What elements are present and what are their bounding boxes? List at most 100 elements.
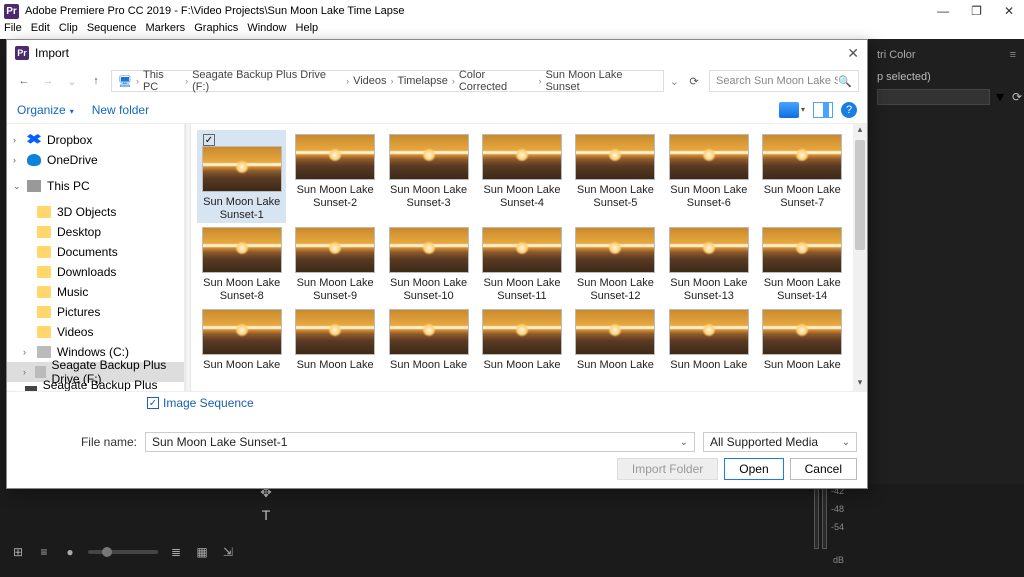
- sidebar-item[interactable]: Documents: [7, 242, 184, 262]
- scroll-up-icon[interactable]: ▴: [853, 124, 867, 138]
- sidebar-item[interactable]: Pictures: [7, 302, 184, 322]
- list-view-icon[interactable]: ⊞: [10, 545, 26, 559]
- chevron-down-icon[interactable]: ⌄: [842, 437, 850, 448]
- scroll-down-icon[interactable]: ▾: [853, 377, 867, 391]
- sidebar-item[interactable]: ⌄This PC: [7, 176, 184, 196]
- sidebar-item[interactable]: Music: [7, 282, 184, 302]
- panel-undo-icon[interactable]: ⟳: [1010, 90, 1024, 104]
- file-tile[interactable]: Sun Moon Lake Sunset-14: [758, 223, 847, 304]
- sidebar-item[interactable]: ›Seagate Backup Plus Drive (F:): [7, 382, 184, 391]
- search-input[interactable]: Search Sun Moon Lake Sunset 🔍: [709, 70, 859, 92]
- sidebar-item[interactable]: 3D Objects: [7, 202, 184, 222]
- file-tile[interactable]: Sun Moon Lake Sunset-5: [571, 130, 660, 223]
- menu-clip[interactable]: Clip: [59, 22, 78, 34]
- change-view-button[interactable]: [779, 102, 799, 118]
- file-tile[interactable]: Sun Moon Lake Sunset-8: [197, 223, 286, 304]
- organize-button[interactable]: Organize▾: [17, 103, 74, 117]
- menu-edit[interactable]: Edit: [31, 22, 50, 34]
- help-button[interactable]: ?: [841, 102, 857, 118]
- image-sequence-checkbox[interactable]: ✓ Image Sequence: [147, 396, 857, 410]
- icon-view-icon[interactable]: ≡: [36, 545, 52, 559]
- file-tile[interactable]: Sun Moon Lake Sunset-6: [664, 130, 753, 223]
- chevron-down-icon[interactable]: ▾: [801, 105, 805, 114]
- crumb[interactable]: Color Corrected: [459, 69, 535, 93]
- app-menubar[interactable]: File Edit Clip Sequence Markers Graphics…: [0, 22, 1024, 39]
- refresh-button[interactable]: ⟳: [685, 75, 703, 88]
- new-folder-button[interactable]: New folder: [92, 103, 149, 117]
- panel-dropdown[interactable]: [877, 89, 990, 105]
- checkbox-icon[interactable]: ✓: [203, 134, 215, 146]
- file-tile[interactable]: Sun Moon Lake: [758, 305, 847, 374]
- sidebar-item[interactable]: ›OneDrive: [7, 150, 184, 170]
- panel-tab[interactable]: tri Color ≡: [869, 39, 1024, 67]
- expand-icon[interactable]: ›: [13, 155, 21, 165]
- maximize-button[interactable]: ❐: [971, 4, 982, 18]
- crumb[interactable]: Seagate Backup Plus Drive (F:): [192, 69, 342, 93]
- expand-icon[interactable]: ›: [13, 135, 21, 145]
- file-type-dropdown[interactable]: All Supported Media ⌄: [703, 432, 857, 452]
- sidebar-item[interactable]: Downloads: [7, 262, 184, 282]
- expand-icon[interactable]: ⌄: [13, 181, 21, 192]
- file-tile[interactable]: ✓Sun Moon Lake Sunset-1: [197, 130, 286, 223]
- file-tile[interactable]: Sun Moon Lake Sunset-12: [571, 223, 660, 304]
- dialog-close-button[interactable]: ✕: [847, 45, 859, 62]
- file-tile[interactable]: Sun Moon Lake: [477, 305, 566, 374]
- file-name-input[interactable]: Sun Moon Lake Sunset-1 ⌄: [145, 432, 695, 452]
- nav-forward-button[interactable]: →: [39, 75, 57, 87]
- find-icon[interactable]: ⇲: [220, 545, 236, 559]
- file-tile[interactable]: Sun Moon Lake Sunset-11: [477, 223, 566, 304]
- file-tile[interactable]: Sun Moon Lake Sunset-7: [758, 130, 847, 223]
- breadcrumb[interactable]: 🖥 › This PC › Seagate Backup Plus Drive …: [111, 70, 664, 92]
- menu-window[interactable]: Window: [247, 22, 286, 34]
- file-tile[interactable]: Sun Moon Lake Sunset-2: [290, 130, 379, 223]
- sort-icon[interactable]: ≣: [168, 545, 184, 559]
- freeform-view-icon[interactable]: ●: [62, 545, 78, 559]
- file-grid[interactable]: ✓Sun Moon Lake Sunset-1Sun Moon Lake Sun…: [191, 124, 853, 391]
- preview-pane-button[interactable]: [813, 102, 833, 118]
- open-button[interactable]: Open: [724, 458, 783, 480]
- menu-graphics[interactable]: Graphics: [194, 22, 238, 34]
- file-tile[interactable]: Sun Moon Lake: [290, 305, 379, 374]
- nav-recent-dropdown[interactable]: ⌄: [63, 75, 81, 88]
- type-tool-icon[interactable]: T: [262, 507, 271, 523]
- crumb-sep: ›: [185, 76, 188, 86]
- dialog-titlebar[interactable]: Pr Import ✕: [7, 40, 867, 66]
- crumb[interactable]: Sun Moon Lake Sunset: [545, 69, 656, 93]
- file-tile[interactable]: Sun Moon Lake: [197, 305, 286, 374]
- close-window-button[interactable]: ✕: [1004, 4, 1014, 18]
- menu-help[interactable]: Help: [296, 22, 319, 34]
- sidebar-item[interactable]: Desktop: [7, 222, 184, 242]
- import-folder-button[interactable]: Import Folder: [617, 458, 718, 480]
- cancel-button[interactable]: Cancel: [790, 458, 857, 480]
- crumb[interactable]: This PC: [143, 69, 181, 93]
- nav-back-button[interactable]: ←: [15, 75, 33, 87]
- file-tile[interactable]: Sun Moon Lake: [384, 305, 473, 374]
- file-tile[interactable]: Sun Moon Lake Sunset-9: [290, 223, 379, 304]
- auto-match-icon[interactable]: ▦: [194, 545, 210, 559]
- sidebar-item[interactable]: Videos: [7, 322, 184, 342]
- panel-menu-icon[interactable]: ≡: [1010, 49, 1016, 61]
- crumb-dropdown[interactable]: ⌄: [670, 75, 679, 88]
- menu-markers[interactable]: Markers: [145, 22, 185, 34]
- file-tile[interactable]: Sun Moon Lake Sunset-10: [384, 223, 473, 304]
- menu-file[interactable]: File: [4, 22, 22, 34]
- scroll-thumb[interactable]: [855, 140, 865, 250]
- menu-sequence[interactable]: Sequence: [87, 22, 137, 34]
- vertical-scrollbar[interactable]: ▴ ▾: [853, 124, 867, 391]
- zoom-slider[interactable]: [88, 550, 158, 554]
- minimize-button[interactable]: —: [937, 4, 949, 18]
- expand-icon[interactable]: ›: [23, 367, 29, 377]
- crumb[interactable]: Videos: [353, 75, 386, 87]
- expand-icon[interactable]: ›: [23, 347, 31, 357]
- nav-up-button[interactable]: ↑: [87, 75, 105, 87]
- sidebar-item[interactable]: ›Dropbox: [7, 130, 184, 150]
- file-tile[interactable]: Sun Moon Lake Sunset-3: [384, 130, 473, 223]
- file-tile[interactable]: Sun Moon Lake Sunset-4: [477, 130, 566, 223]
- file-tile[interactable]: Sun Moon Lake: [571, 305, 660, 374]
- file-tile[interactable]: Sun Moon Lake Sunset-13: [664, 223, 753, 304]
- file-tile[interactable]: Sun Moon Lake: [664, 305, 753, 374]
- chevron-down-icon[interactable]: ⌄: [680, 437, 688, 448]
- panel-dropdown-arrow[interactable]: ▾: [996, 87, 1004, 107]
- file-thumbnail: [202, 227, 282, 273]
- crumb[interactable]: Timelapse: [398, 75, 448, 87]
